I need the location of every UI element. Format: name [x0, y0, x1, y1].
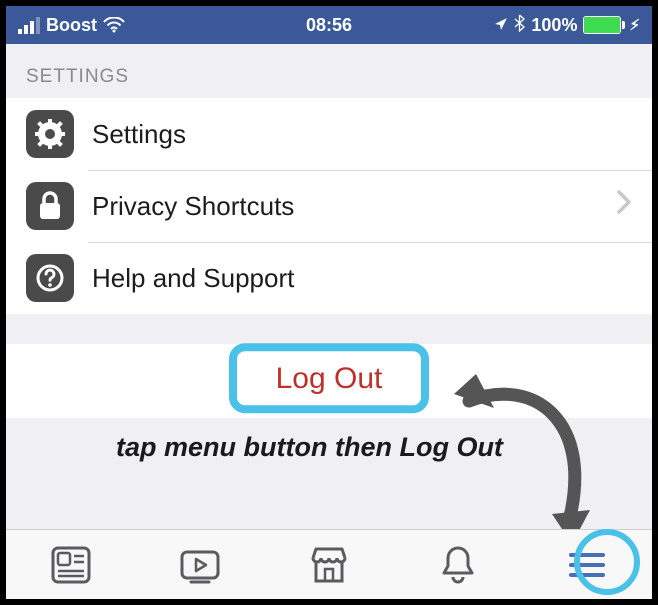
- question-icon: [26, 254, 74, 302]
- row-help[interactable]: Help and Support: [6, 242, 652, 314]
- hamburger-icon: [566, 549, 608, 581]
- app-screenshot: Boost 08:56 100% ⚡︎: [0, 0, 658, 605]
- status-left: Boost: [18, 15, 125, 36]
- tab-video[interactable]: [165, 538, 235, 592]
- carrier-label: Boost: [46, 15, 97, 36]
- tab-marketplace[interactable]: [294, 538, 364, 592]
- row-privacy[interactable]: Privacy Shortcuts: [6, 170, 652, 242]
- gear-icon: [26, 110, 74, 158]
- bell-icon: [439, 544, 477, 586]
- marketplace-icon: [307, 544, 351, 586]
- row-settings[interactable]: Settings: [6, 98, 652, 170]
- location-icon: [494, 15, 508, 36]
- row-label-settings: Settings: [92, 119, 186, 150]
- bluetooth-icon: [514, 14, 525, 37]
- logout-button[interactable]: Log Out: [276, 362, 383, 396]
- charging-icon: ⚡︎: [629, 16, 640, 34]
- feed-icon: [50, 545, 92, 585]
- settings-list: Settings Privacy Shortcuts: [6, 98, 652, 314]
- tab-feed[interactable]: [36, 538, 106, 592]
- annotation-text: tap menu button then Log Out: [6, 418, 652, 463]
- tab-bar: [6, 529, 652, 599]
- tab-notifications[interactable]: [423, 538, 493, 592]
- wifi-icon: [103, 17, 125, 33]
- signal-icon: [18, 17, 40, 34]
- section-header-settings: SETTINGS: [6, 44, 652, 98]
- status-right: 100% ⚡︎: [494, 14, 640, 37]
- battery-icon: [583, 16, 621, 34]
- row-label-privacy: Privacy Shortcuts: [92, 191, 294, 222]
- chevron-right-icon: [616, 189, 632, 223]
- status-bar: Boost 08:56 100% ⚡︎: [6, 6, 652, 44]
- tab-menu[interactable]: [552, 538, 622, 592]
- logout-section: Log Out: [6, 344, 652, 418]
- lock-icon: [26, 182, 74, 230]
- video-icon: [177, 545, 223, 585]
- row-label-help: Help and Support: [92, 263, 294, 294]
- battery-pct-label: 100%: [531, 15, 577, 36]
